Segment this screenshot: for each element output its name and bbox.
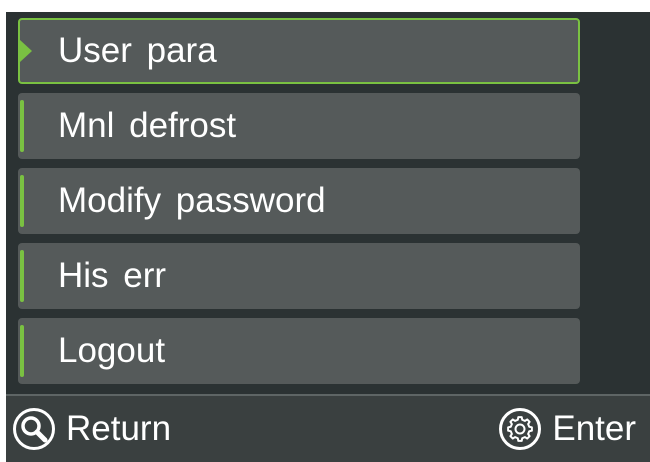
hmi-screen: User para Mnl defrost Modify password Hi… xyxy=(6,12,650,462)
enter-label: Enter xyxy=(552,409,636,448)
search-icon xyxy=(13,408,55,450)
item-accent-bar xyxy=(20,175,24,227)
item-accent-bar xyxy=(20,100,24,152)
menu-item-logout[interactable]: Logout xyxy=(18,318,580,384)
menu-item-user-para[interactable]: User para xyxy=(18,18,580,84)
selection-pointer-icon xyxy=(20,40,32,62)
menu-item-mnl-defrost[interactable]: Mnl defrost xyxy=(18,93,580,159)
enter-button[interactable]: Enter xyxy=(498,396,636,462)
menu-item-label: User para xyxy=(58,31,217,70)
menu-item-his-err[interactable]: His err xyxy=(18,243,580,309)
item-accent-bar xyxy=(20,250,24,302)
menu-item-modify-password[interactable]: Modify password xyxy=(18,168,580,234)
menu-item-label: Mnl defrost xyxy=(58,106,237,145)
gear-outline xyxy=(507,416,534,442)
return-label: Return xyxy=(66,409,172,448)
item-accent-bar xyxy=(20,325,24,377)
menu-item-label: His err xyxy=(58,256,167,295)
footer-bar: Return Enter xyxy=(6,394,650,462)
menu-item-label: Logout xyxy=(58,331,166,370)
gear-icon xyxy=(499,408,542,450)
main-menu: User para Mnl defrost Modify password Hi… xyxy=(18,18,580,393)
menu-item-label: Modify password xyxy=(58,181,326,220)
return-button[interactable]: Return xyxy=(12,396,171,462)
